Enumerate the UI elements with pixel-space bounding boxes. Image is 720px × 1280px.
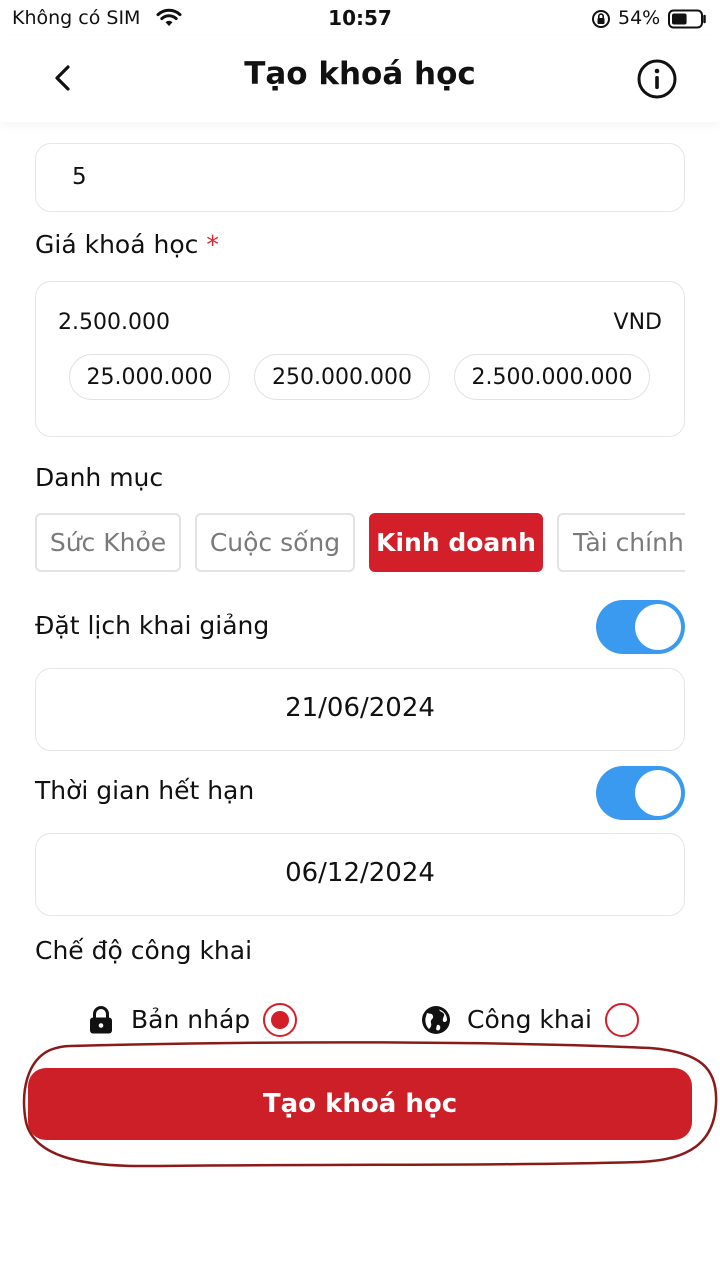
expiry-toggle[interactable] xyxy=(596,766,685,820)
visibility-label: Chế độ công khai xyxy=(35,936,253,965)
category-chip-business[interactable]: Kinh doanh xyxy=(369,513,543,572)
draft-option-label[interactable]: Bản nháp xyxy=(131,1005,250,1034)
expiry-label: Thời gian hết hạn xyxy=(35,776,255,805)
category-chip-health[interactable]: Sức Khỏe xyxy=(35,513,181,572)
toggle-knob xyxy=(635,604,681,650)
category-chip-finance[interactable]: Tài chính xyxy=(557,513,685,572)
expiry-date: 06/12/2024 xyxy=(285,858,435,888)
create-course-button[interactable]: Tạo khoá học xyxy=(28,1068,692,1140)
public-option-label[interactable]: Công khai xyxy=(467,1005,592,1034)
lock-icon xyxy=(88,1005,114,1039)
category-chip-life[interactable]: Cuộc sống xyxy=(195,513,355,572)
public-radio[interactable] xyxy=(605,1003,639,1037)
expiry-date-field[interactable]: 06/12/2024 xyxy=(35,833,685,916)
schedule-date: 21/06/2024 xyxy=(285,693,435,723)
draft-radio[interactable] xyxy=(263,1003,297,1037)
schedule-toggle[interactable] xyxy=(596,600,685,654)
schedule-date-field[interactable]: 21/06/2024 xyxy=(35,668,685,751)
toggle-knob xyxy=(635,770,681,816)
globe-icon xyxy=(421,1005,451,1039)
schedule-label: Đặt lịch khai giảng xyxy=(35,611,270,640)
radio-dot xyxy=(271,1011,289,1029)
